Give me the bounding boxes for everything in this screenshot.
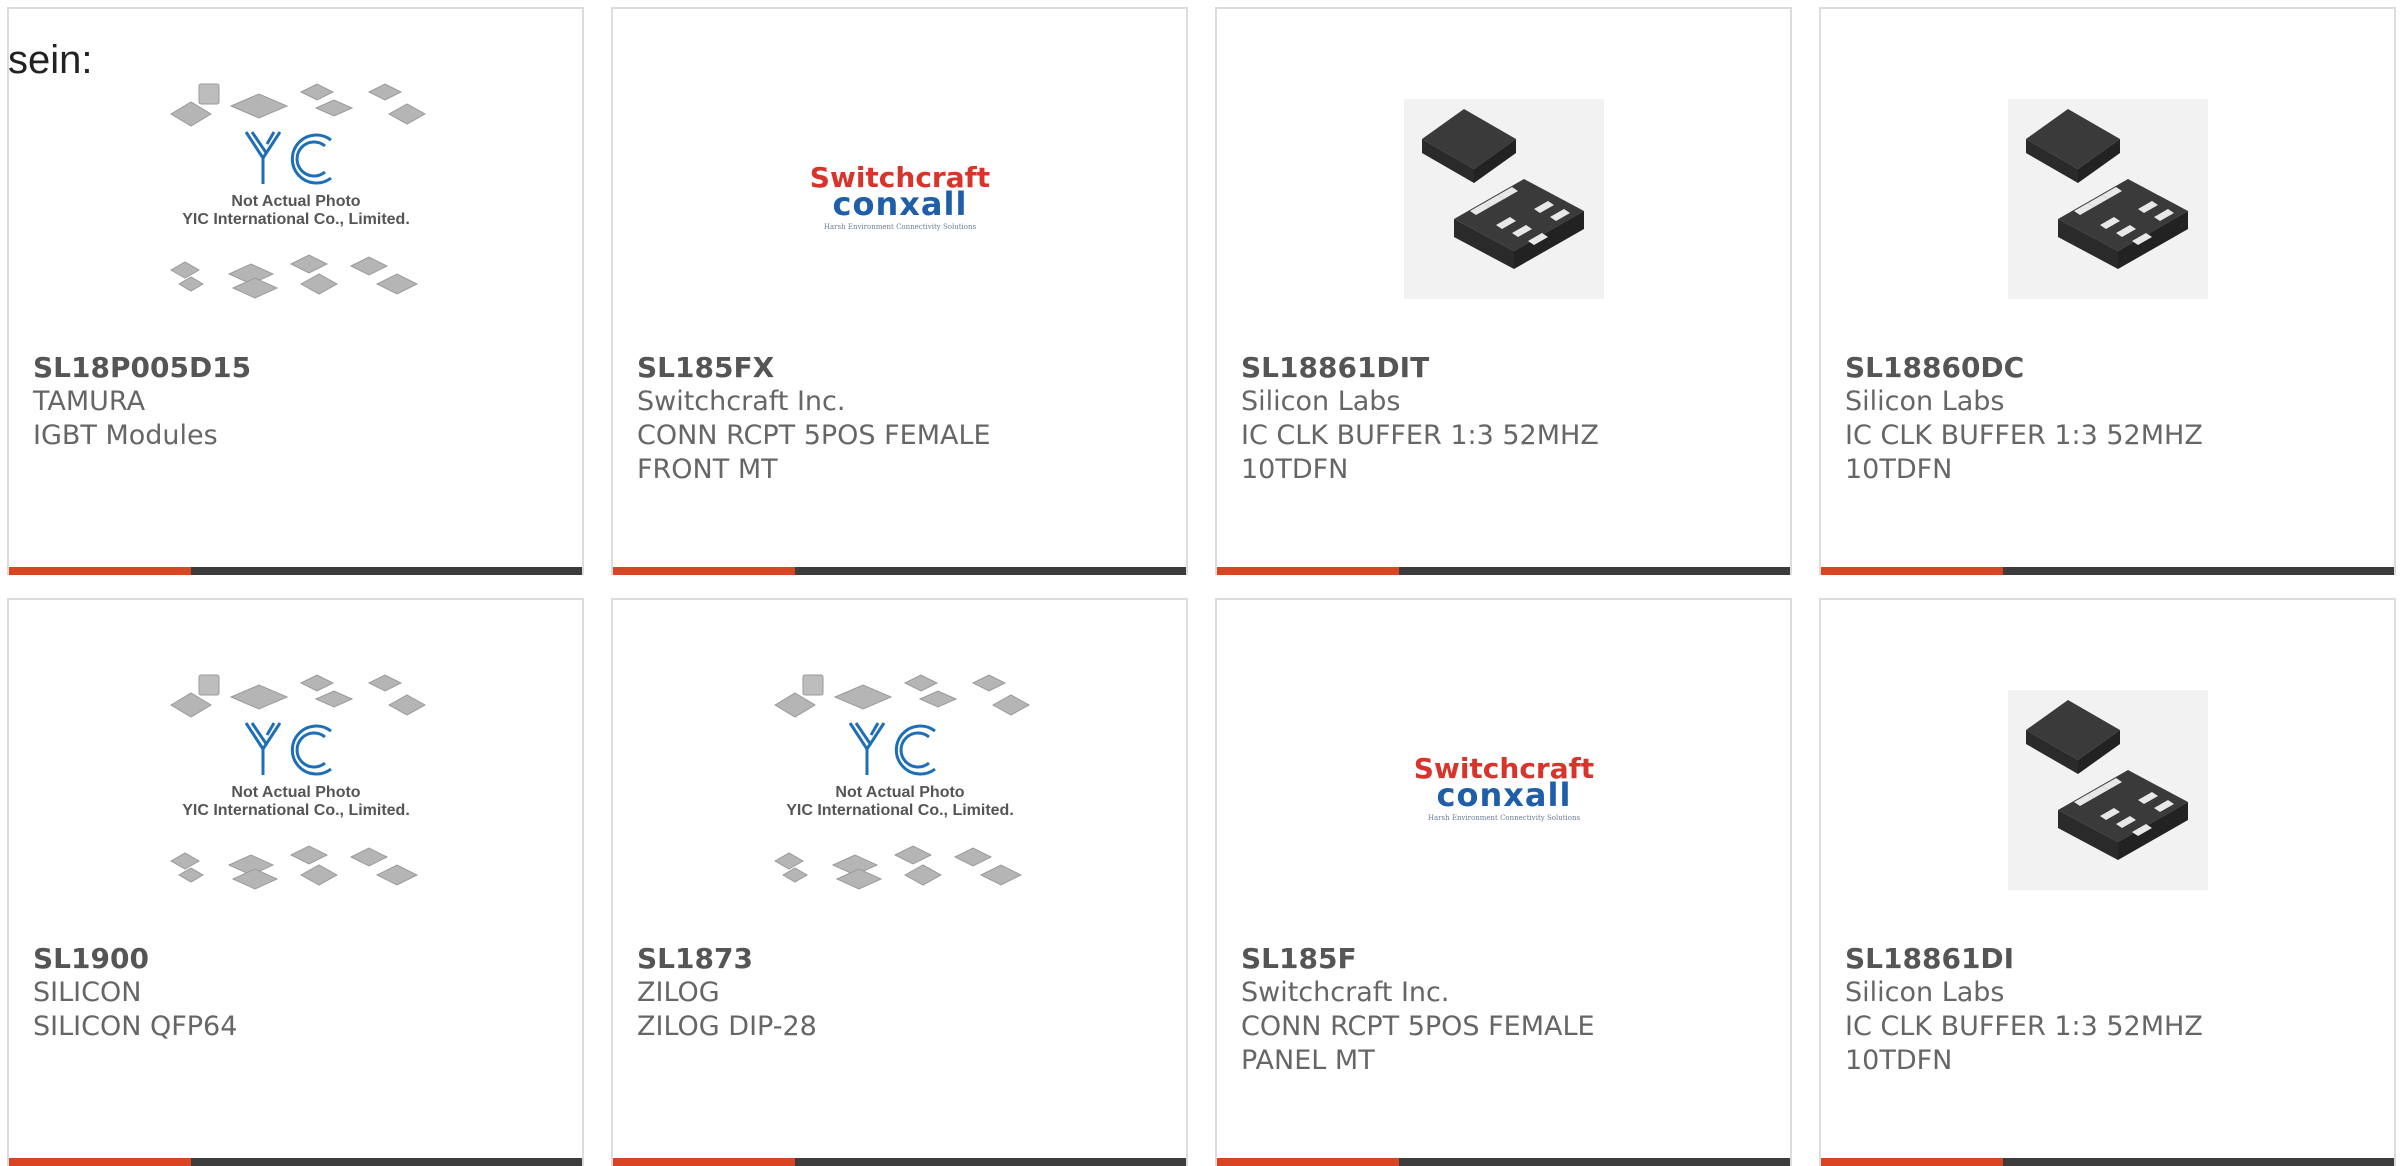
card-bar <box>1821 567 2394 575</box>
product-image[interactable] <box>1217 49 1790 349</box>
logo-text-2: conxall <box>1436 776 1571 814</box>
product-info: SL18860DC Silicon Labs IC CLK BUFFER 1:3… <box>1845 351 2370 487</box>
image-caption-1: Not Actual Photo <box>231 784 360 801</box>
product-card[interactable]: Not Actual Photo YIC International Co., … <box>611 598 1188 1166</box>
product-grid: Not Actual Photo YIC International Co., … <box>0 0 2400 1166</box>
manufacturer: SILICON <box>33 977 142 1008</box>
product-image[interactable]: Switchcraft conxall Harsh Environment Co… <box>613 49 1186 349</box>
product-image[interactable] <box>1821 640 2394 940</box>
tdfn-chip-image <box>1403 99 1604 299</box>
lead-text: sein: <box>8 38 93 82</box>
part-number[interactable]: SL18860DC <box>1845 351 2370 385</box>
description: CONN RCPT 5POS FEMALE FRONT MT <box>637 420 991 485</box>
product-info: SL18861DIT Silicon Labs IC CLK BUFFER 1:… <box>1241 351 1766 487</box>
yic-placeholder-image: Not Actual Photo YIC International Co., … <box>169 674 426 890</box>
logo-tagline: Harsh Environment Connectivity Solutions <box>1427 814 1580 822</box>
card-bar-accent <box>613 567 795 575</box>
description: IC CLK BUFFER 1:3 52MHZ 10TDFN <box>1845 420 2203 485</box>
description: IC CLK BUFFER 1:3 52MHZ 10TDFN <box>1241 420 1599 485</box>
card-bar <box>1217 1158 1790 1166</box>
product-image[interactable]: Not Actual Photo YIC International Co., … <box>613 640 1186 940</box>
part-number[interactable]: SL18861DIT <box>1241 351 1766 385</box>
product-image[interactable]: Switchcraft conxall Harsh Environment Co… <box>1217 640 1790 940</box>
card-bar <box>1217 567 1790 575</box>
manufacturer: Switchcraft Inc. <box>1241 977 1450 1008</box>
yic-placeholder-image: Not Actual Photo YIC International Co., … <box>773 674 1030 890</box>
tdfn-chip-image <box>2007 690 2208 890</box>
logo-text-2: conxall <box>832 185 967 223</box>
card-bar <box>613 567 1186 575</box>
product-info: SL1900 SILICON SILICON QFP64 <box>33 942 558 1044</box>
tdfn-chip-image <box>2007 99 2208 299</box>
image-caption-1: Not Actual Photo <box>835 784 964 801</box>
card-bar-accent <box>1821 567 2003 575</box>
product-info: SL18P005D15 TAMURA IGBT Modules <box>33 351 558 453</box>
product-card[interactable]: SL18861DI Silicon Labs IC CLK BUFFER 1:3… <box>1819 598 2396 1166</box>
manufacturer: Silicon Labs <box>1845 386 2005 417</box>
product-image[interactable] <box>1821 49 2394 349</box>
card-bar-accent <box>1217 567 1399 575</box>
card-bar <box>1821 1158 2394 1166</box>
image-caption-2: YIC International Co., Limited. <box>182 211 410 228</box>
description: IC CLK BUFFER 1:3 52MHZ 10TDFN <box>1845 1011 2203 1076</box>
card-bar <box>613 1158 1186 1166</box>
description: ZILOG DIP-28 <box>637 1011 817 1042</box>
card-bar <box>9 567 582 575</box>
product-card[interactable]: Switchcraft conxall Harsh Environment Co… <box>1215 598 1792 1166</box>
part-number[interactable]: SL1900 <box>33 942 558 976</box>
card-bar-accent <box>1217 1158 1399 1166</box>
card-bar-accent <box>9 567 191 575</box>
manufacturer: ZILOG <box>637 977 720 1008</box>
product-card[interactable]: Not Actual Photo YIC International Co., … <box>7 598 584 1166</box>
switchcraft-logo: Switchcraft conxall Harsh Environment Co… <box>809 161 989 231</box>
description: IGBT Modules <box>33 420 218 451</box>
logo-tagline: Harsh Environment Connectivity Solutions <box>823 223 976 231</box>
part-number[interactable]: SL18P005D15 <box>33 351 558 385</box>
card-bar-accent <box>9 1158 191 1166</box>
image-caption-2: YIC International Co., Limited. <box>786 802 1014 819</box>
manufacturer: Switchcraft Inc. <box>637 386 846 417</box>
product-info: SL185F Switchcraft Inc. CONN RCPT 5POS F… <box>1241 942 1766 1078</box>
part-number[interactable]: SL185F <box>1241 942 1766 976</box>
product-card[interactable]: Switchcraft conxall Harsh Environment Co… <box>611 7 1188 575</box>
card-bar-accent <box>1821 1158 2003 1166</box>
description: CONN RCPT 5POS FEMALE PANEL MT <box>1241 1011 1595 1076</box>
manufacturer: Silicon Labs <box>1845 977 2005 1008</box>
product-info: SL1873 ZILOG ZILOG DIP-28 <box>637 942 1162 1044</box>
yic-placeholder-image: Not Actual Photo YIC International Co., … <box>169 83 426 299</box>
image-caption-2: YIC International Co., Limited. <box>182 802 410 819</box>
part-number[interactable]: SL185FX <box>637 351 1162 385</box>
image-caption-1: Not Actual Photo <box>231 193 360 210</box>
product-card[interactable]: SL18861DIT Silicon Labs IC CLK BUFFER 1:… <box>1215 7 1792 575</box>
description: SILICON QFP64 <box>33 1011 238 1042</box>
product-info: SL185FX Switchcraft Inc. CONN RCPT 5POS … <box>637 351 1162 487</box>
manufacturer: Silicon Labs <box>1241 386 1401 417</box>
part-number[interactable]: SL1873 <box>637 942 1162 976</box>
part-number[interactable]: SL18861DI <box>1845 942 2370 976</box>
switchcraft-logo: Switchcraft conxall Harsh Environment Co… <box>1413 752 1593 822</box>
product-card[interactable]: Not Actual Photo YIC International Co., … <box>7 7 584 575</box>
product-image[interactable]: Not Actual Photo YIC International Co., … <box>9 49 582 349</box>
manufacturer: TAMURA <box>33 386 146 417</box>
product-card[interactable]: SL18860DC Silicon Labs IC CLK BUFFER 1:3… <box>1819 7 2396 575</box>
product-info: SL18861DI Silicon Labs IC CLK BUFFER 1:3… <box>1845 942 2370 1078</box>
card-bar-accent <box>613 1158 795 1166</box>
product-image[interactable]: Not Actual Photo YIC International Co., … <box>9 640 582 940</box>
card-bar <box>9 1158 582 1166</box>
